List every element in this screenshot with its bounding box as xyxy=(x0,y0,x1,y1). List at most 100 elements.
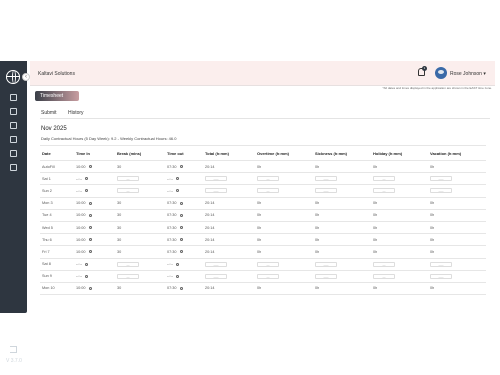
clock-icon[interactable] xyxy=(88,165,92,169)
avatar[interactable] xyxy=(435,67,447,79)
cell-overtime[interactable]: 0h xyxy=(255,160,313,174)
cell-break[interactable]: --- xyxy=(115,172,165,186)
clock-icon[interactable] xyxy=(176,274,180,278)
cell-break[interactable]: 30 xyxy=(115,282,165,296)
cell-sickness[interactable]: ----- xyxy=(313,270,371,283)
cell-vacation[interactable]: 0h xyxy=(428,221,486,235)
clock-icon[interactable] xyxy=(88,213,92,217)
cell-time-in[interactable]: 10:00 xyxy=(74,197,115,210)
cell-overtime[interactable]: 0h xyxy=(255,221,313,235)
clock-icon[interactable] xyxy=(179,201,183,205)
cell-vacation[interactable]: 0h xyxy=(428,160,486,174)
cell-vacation[interactable]: ----- xyxy=(428,258,486,271)
user-menu[interactable]: Rose Johnson ▾ xyxy=(450,71,486,77)
cell-holiday[interactable]: 0h xyxy=(371,221,428,235)
clock-icon[interactable] xyxy=(176,262,180,266)
cell-holiday[interactable]: 0h xyxy=(371,209,428,222)
file-icon[interactable] xyxy=(10,164,17,171)
copy-icon[interactable] xyxy=(10,122,17,129)
cell-sickness[interactable]: 0h xyxy=(313,160,371,174)
cell-break[interactable]: 30 xyxy=(115,197,165,210)
cell-vacation[interactable]: 0h xyxy=(428,197,486,210)
cell-time-in[interactable]: 10:00 xyxy=(74,233,115,247)
cell-sickness[interactable]: 0h xyxy=(313,245,371,259)
clock-icon[interactable] xyxy=(176,189,180,193)
cell-total[interactable]: ----- xyxy=(203,258,255,271)
tab-history[interactable]: History xyxy=(68,110,84,116)
cell-time-out[interactable]: 07:30 xyxy=(165,233,203,247)
cell-overtime[interactable]: 0h xyxy=(255,197,313,210)
cell-break[interactable]: 30 xyxy=(115,221,165,235)
cell-overtime[interactable]: --- xyxy=(255,172,313,186)
cell-holiday[interactable]: --- xyxy=(371,172,428,186)
cell-sickness[interactable]: ----- xyxy=(313,184,371,198)
cell-overtime[interactable]: 0h xyxy=(255,245,313,259)
cell-holiday[interactable]: 0h xyxy=(371,282,428,296)
cell-overtime[interactable]: --- xyxy=(255,258,313,271)
cell-time-out[interactable]: 07:30 xyxy=(165,209,203,222)
cell-vacation[interactable]: 0h xyxy=(428,209,486,222)
clock-icon[interactable] xyxy=(88,238,92,242)
clock-icon[interactable] xyxy=(88,201,92,205)
clock-icon[interactable] xyxy=(88,286,92,290)
cell-time-in[interactable]: --:-- xyxy=(74,172,115,186)
cell-time-out[interactable]: --:-- xyxy=(165,172,203,186)
cell-total[interactable]: 20:14 xyxy=(203,282,255,296)
clock-icon[interactable] xyxy=(88,226,92,230)
cell-time-in[interactable]: 10:00 xyxy=(74,245,115,259)
cell-overtime[interactable]: 0h xyxy=(255,233,313,247)
cell-vacation[interactable]: ----- xyxy=(428,270,486,283)
clock-icon[interactable] xyxy=(179,238,183,242)
cell-holiday[interactable]: 0h xyxy=(371,245,428,259)
cell-overtime[interactable]: 0h xyxy=(255,282,313,296)
chart-icon[interactable] xyxy=(10,136,17,143)
cell-overtime[interactable]: --- xyxy=(255,184,313,198)
cell-break[interactable]: --- xyxy=(115,184,165,198)
document-icon[interactable] xyxy=(10,108,17,115)
cell-sickness[interactable]: 0h xyxy=(313,282,371,296)
clock-icon[interactable] xyxy=(85,189,89,193)
cell-holiday[interactable]: 0h xyxy=(371,233,428,247)
clock-icon[interactable] xyxy=(179,286,183,290)
cell-time-in[interactable]: --:-- xyxy=(74,258,115,271)
cell-break[interactable]: 30 xyxy=(115,209,165,222)
dashboard-icon[interactable] xyxy=(10,94,17,101)
cell-sickness[interactable]: 0h xyxy=(313,233,371,247)
cell-time-out[interactable]: 07:30 xyxy=(165,221,203,235)
cell-vacation[interactable]: 0h xyxy=(428,245,486,259)
cell-total[interactable]: 20:14 xyxy=(203,245,255,259)
clock-icon[interactable] xyxy=(176,177,180,181)
cell-time-in[interactable]: 10:00 xyxy=(74,209,115,222)
cell-total[interactable]: 20:14 xyxy=(203,221,255,235)
cell-time-out[interactable]: --:-- xyxy=(165,258,203,271)
cell-sickness[interactable]: ----- xyxy=(313,172,371,186)
sign-out-icon[interactable] xyxy=(10,346,17,353)
cell-time-out[interactable]: 07:30 xyxy=(165,245,203,259)
clock-icon[interactable] xyxy=(85,262,89,266)
cell-break[interactable]: 30 xyxy=(115,233,165,247)
cell-time-out[interactable]: --:-- xyxy=(165,184,203,198)
cell-time-in[interactable]: 10:00 xyxy=(74,160,115,174)
clock-icon[interactable] xyxy=(179,226,183,230)
cell-holiday[interactable]: 0h xyxy=(371,197,428,210)
clock-icon[interactable] xyxy=(179,165,183,169)
cell-total[interactable]: 20:14 xyxy=(203,209,255,222)
cell-overtime[interactable]: --- xyxy=(255,270,313,283)
cell-sickness[interactable]: 0h xyxy=(313,197,371,210)
cell-time-in[interactable]: --:-- xyxy=(74,270,115,283)
cell-holiday[interactable]: --- xyxy=(371,270,428,283)
cell-sickness[interactable]: 0h xyxy=(313,221,371,235)
cell-break[interactable]: 30 xyxy=(115,245,165,259)
cell-time-in[interactable]: --:-- xyxy=(74,184,115,198)
cell-sickness[interactable]: ----- xyxy=(313,258,371,271)
cell-holiday[interactable]: --- xyxy=(371,184,428,198)
cell-total[interactable]: ----- xyxy=(203,270,255,283)
cell-break[interactable]: --- xyxy=(115,258,165,271)
cell-total[interactable]: ----- xyxy=(203,184,255,198)
cell-total[interactable]: ----- xyxy=(203,172,255,186)
cell-time-in[interactable]: 10:00 xyxy=(74,221,115,235)
cell-time-out[interactable]: 07:30 xyxy=(165,197,203,210)
cell-break[interactable]: --- xyxy=(115,270,165,283)
clock-icon[interactable] xyxy=(85,274,89,278)
cell-time-out[interactable]: 07:30 xyxy=(165,160,203,174)
